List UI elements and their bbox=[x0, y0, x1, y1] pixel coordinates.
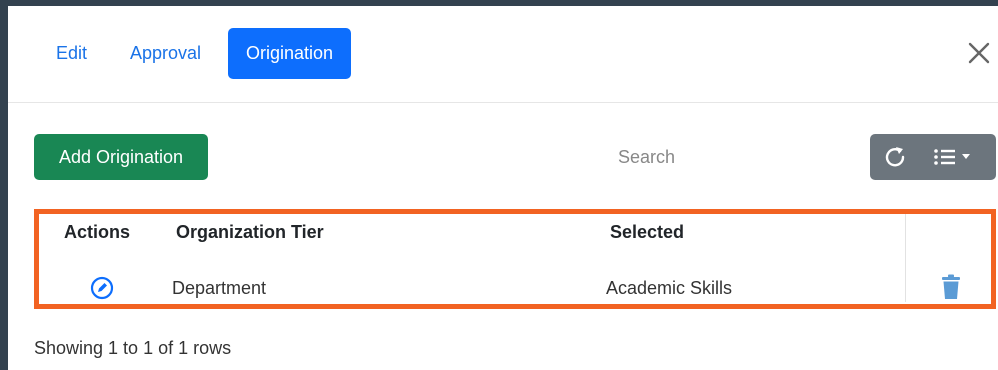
table-toolbar-buttons bbox=[870, 134, 996, 180]
tab-bar: Edit Approval Origination bbox=[8, 6, 998, 103]
modal-window: Edit Approval Origination Add Originatio… bbox=[0, 0, 998, 370]
tab-edit[interactable]: Edit bbox=[38, 28, 105, 79]
tab-origination[interactable]: Origination bbox=[228, 28, 352, 79]
refresh-icon bbox=[885, 147, 905, 167]
refresh-button[interactable] bbox=[870, 134, 920, 180]
delete-row-button[interactable] bbox=[940, 274, 962, 300]
columns-dropdown-button[interactable] bbox=[920, 134, 996, 180]
column-header-organization-tier: Organization Tier bbox=[176, 222, 324, 242]
cell-selected: Academic Skills bbox=[606, 278, 733, 298]
pagination-status: Showing 1 to 1 of 1 rows bbox=[34, 338, 232, 358]
column-header-actions: Actions bbox=[64, 222, 131, 242]
trash-icon bbox=[942, 274, 960, 299]
close-button[interactable] bbox=[966, 40, 992, 66]
edit-icon bbox=[90, 276, 114, 300]
column-header-selected: Selected bbox=[610, 222, 685, 242]
add-origination-button[interactable]: Add Origination bbox=[34, 134, 208, 180]
column-divider bbox=[905, 214, 906, 302]
edit-row-button[interactable] bbox=[90, 276, 114, 300]
cell-organization-tier: Department bbox=[172, 278, 267, 298]
tab-approval[interactable]: Approval bbox=[112, 28, 219, 79]
columns-list-icon bbox=[934, 149, 970, 165]
search-input[interactable] bbox=[604, 136, 854, 178]
close-icon bbox=[968, 42, 990, 64]
